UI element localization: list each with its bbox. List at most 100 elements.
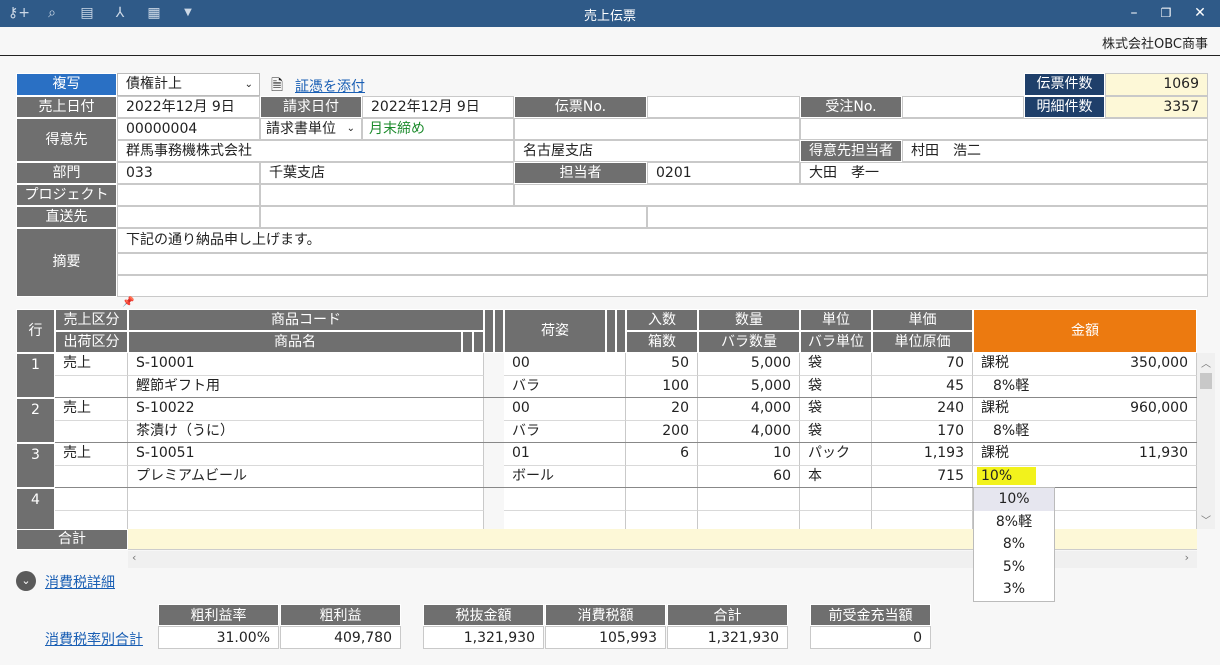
memo-line-3[interactable] (117, 275, 1208, 297)
staff-code-field[interactable]: 0201 (647, 162, 800, 184)
cell-tax-type[interactable]: 課税 11,930 (973, 443, 1197, 466)
tax-rate-text: 8%軽 (993, 422, 1030, 439)
cell-sales-type[interactable] (55, 488, 128, 511)
cell-code[interactable]: S-10051 (128, 443, 484, 466)
debt-type-select[interactable]: 債権計上 ⌄ (117, 73, 260, 96)
project-code-field[interactable] (117, 184, 260, 206)
cell-empty[interactable] (55, 420, 128, 443)
tax-rate-dropdown[interactable]: 10% 8%軽 8% 5% 3% (973, 487, 1055, 602)
tax-rate-option[interactable]: 5% (974, 556, 1054, 579)
customer-branch-field[interactable]: 名古屋支店 (514, 140, 800, 162)
cell-sales-type[interactable]: 売上 (55, 443, 128, 466)
cell-loose-unit[interactable]: 袋 (800, 375, 872, 398)
cell-qty-in[interactable]: 50 (626, 353, 698, 376)
cell-pack2[interactable]: ボール (504, 465, 626, 488)
cell-boxes[interactable]: 100 (626, 375, 698, 398)
tax-rate-option[interactable]: 3% (974, 578, 1054, 601)
cell-pack2[interactable]: バラ (504, 420, 626, 443)
customer-code-field[interactable]: 00000004 (117, 118, 260, 140)
cell-pack1[interactable]: 01 (504, 443, 626, 466)
minimize-button[interactable]: – (1122, 3, 1146, 23)
cell-loose-qty[interactable]: 60 (698, 465, 800, 488)
cell-loose-unit[interactable]: 本 (800, 465, 872, 488)
customer-extra-field-2[interactable] (800, 118, 1208, 140)
direct-label: 直送先 (16, 206, 117, 228)
cell-boxes[interactable] (626, 465, 698, 488)
cell-name[interactable]: プレミアムビール (128, 465, 484, 488)
cell-unit[interactable]: 袋 (800, 353, 872, 376)
sales-date-field[interactable]: 2022年12月 9日 (117, 96, 260, 118)
close-button[interactable]: ✕ (1188, 3, 1212, 23)
cell-pack1[interactable]: 00 (504, 398, 626, 421)
cell-loose-unit[interactable]: 袋 (800, 420, 872, 443)
cell-empty[interactable] (55, 375, 128, 398)
cell-unit-cost[interactable]: 715 (872, 465, 973, 488)
order-no-field[interactable] (902, 96, 1024, 118)
billing-date-field[interactable]: 2022年12月 9日 (362, 96, 514, 118)
cell-loose-qty[interactable]: 5,000 (698, 375, 800, 398)
cell-qty-in[interactable]: 6 (626, 443, 698, 466)
customer-extra-field[interactable] (514, 118, 800, 140)
cell-tax-rate[interactable]: 8%軽 (973, 375, 1197, 398)
cell-unit[interactable]: パック (800, 443, 872, 466)
grand-total: 1,321,930 (667, 626, 788, 649)
dept-code-field[interactable]: 033 (117, 162, 260, 184)
cell-qty-in[interactable]: 20 (626, 398, 698, 421)
chevron-down-icon: ⌄ (346, 123, 355, 134)
cell-unit-cost[interactable]: 45 (872, 375, 973, 398)
tax-detail-link[interactable]: 消費税詳細 (45, 572, 115, 592)
vertical-scrollbar[interactable]: ︿ ﹀ (1197, 353, 1215, 529)
cell-empty[interactable] (55, 465, 128, 488)
scroll-thumb[interactable] (1200, 373, 1212, 389)
restore-button[interactable]: ❐ (1154, 3, 1178, 23)
cell-code[interactable]: S-10022 (128, 398, 484, 421)
voucher-no-field[interactable] (647, 96, 800, 118)
scroll-down-icon[interactable]: ﹀ (1197, 512, 1215, 527)
cell-price[interactable] (872, 488, 973, 511)
gross-profit: 409,780 (280, 626, 401, 649)
cell-pack1[interactable]: 00 (504, 353, 626, 376)
cell-unit[interactable] (800, 488, 872, 511)
tax-rate-option[interactable]: 8% (974, 533, 1054, 556)
tax-rate-option[interactable]: 8%軽 (974, 511, 1054, 534)
cell-qty[interactable]: 10 (698, 443, 800, 466)
scroll-right-icon[interactable]: › (1185, 551, 1189, 564)
cell-pack1[interactable] (504, 488, 626, 511)
cell-unit-cost[interactable]: 170 (872, 420, 973, 443)
cell-price[interactable]: 1,193 (872, 443, 973, 466)
cell-boxes[interactable]: 200 (626, 420, 698, 443)
cell-code[interactable]: S-10001 (128, 353, 484, 376)
col-spacer (462, 331, 473, 353)
cell-qty-in[interactable] (626, 488, 698, 511)
direct-code-field[interactable] (117, 206, 260, 228)
cell-tax-type[interactable]: 課税 960,000 (973, 398, 1197, 421)
attach-evidence-link[interactable]: 証憑を添付 (295, 76, 365, 96)
memo-line-2[interactable] (117, 253, 1208, 275)
scroll-up-icon[interactable]: ︿ (1197, 355, 1215, 370)
cell-loose-qty[interactable]: 4,000 (698, 420, 800, 443)
cell-price[interactable]: 70 (872, 353, 973, 376)
expand-icon[interactable]: ⌄ (16, 571, 36, 591)
tax-rate-option[interactable]: 10% (974, 488, 1054, 511)
customer-name-field[interactable]: 群馬事務機株式会社 (117, 140, 514, 162)
cell-qty[interactable]: 4,000 (698, 398, 800, 421)
cell-tax-rate[interactable]: 10% (973, 465, 1197, 488)
billing-unit-select[interactable]: 請求書単位 ⌄ (260, 118, 362, 140)
cell-name[interactable]: 茶漬け（うに） (128, 420, 484, 443)
cell-unit[interactable]: 袋 (800, 398, 872, 421)
cell-code[interactable] (128, 488, 484, 511)
cell-qty[interactable] (698, 488, 800, 511)
scroll-left-icon[interactable]: ‹ (132, 551, 136, 564)
cell-tax-type[interactable]: 課税 350,000 (973, 353, 1197, 376)
cell-price[interactable]: 240 (872, 398, 973, 421)
customer-staff-field[interactable]: 村田 浩二 (902, 140, 1208, 162)
cell-sales-type[interactable]: 売上 (55, 398, 128, 421)
cell-name[interactable]: 鰹節ギフト用 (128, 375, 484, 398)
copy-button[interactable]: 複写 (16, 73, 117, 96)
memo-line-1[interactable]: 下記の通り納品申し上げます。 (117, 228, 1208, 253)
cell-sales-type[interactable]: 売上 (55, 353, 128, 376)
tax-rate-total-link[interactable]: 消費税率別合計 (45, 629, 143, 649)
cell-qty[interactable]: 5,000 (698, 353, 800, 376)
cell-tax-rate[interactable]: 8%軽 (973, 420, 1197, 443)
cell-pack2[interactable]: バラ (504, 375, 626, 398)
